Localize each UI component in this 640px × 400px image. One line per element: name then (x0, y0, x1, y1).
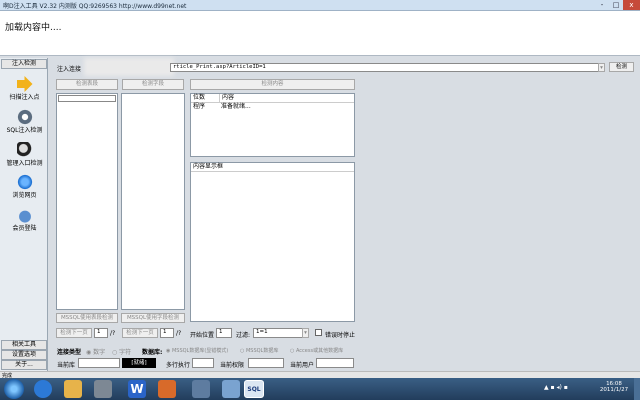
fields-list[interactable] (121, 93, 185, 310)
sogou-icon[interactable] (34, 380, 52, 398)
radio-access-label: Access或其他数据库 (295, 348, 344, 354)
network-icon[interactable] (222, 380, 240, 398)
filter-select[interactable]: 1=1 (253, 328, 309, 338)
url-dropdown-button[interactable]: ▾ (598, 63, 605, 72)
table-cell: 准备就绪... (221, 103, 251, 110)
magnifier-icon (16, 142, 33, 158)
sidebar-item-label: SQL注入检测 (6, 127, 43, 134)
blurred-region (84, 58, 174, 76)
taskbar-clock[interactable]: 16:08 2011/1/27 (596, 381, 632, 393)
sidebar-item-label: 浏览网页 (12, 192, 37, 199)
tab-inject-detect[interactable]: 注入检测 (1, 59, 47, 69)
app-icon[interactable] (158, 380, 176, 398)
radio-numeric-label: 数字 (93, 349, 106, 356)
close-button[interactable]: x (623, 0, 640, 10)
list-item[interactable] (58, 95, 116, 102)
radio-string-label: 字符 (119, 349, 132, 356)
radio-mssql-error-label: MSSQL数据库(显错模式) (171, 348, 229, 354)
mssql-tables-button[interactable]: MSSQL使用表段检测 (56, 313, 118, 323)
url-label: 注入连接 (57, 66, 82, 73)
current-user-label: 当前用户 (290, 362, 315, 369)
window-title: 啊D注入工具 V2.32 内测版 QQ:9269563 http://www.d… (3, 3, 187, 10)
radio-mssql-error[interactable]: ◉ MSSQL数据库(显错模式) (166, 347, 228, 354)
word-icon[interactable]: W (128, 380, 146, 398)
sidebar-item-admin-detect[interactable]: 管理入口检测 (3, 142, 46, 167)
radio-access[interactable]: ○ Access或其他数据库 (290, 347, 343, 354)
sidebar-item-scan[interactable]: 扫描注入点 (3, 76, 46, 101)
start-position-label: 开始位置 (190, 332, 215, 339)
start-position-input[interactable]: 1 (216, 328, 232, 338)
tab-related-tools[interactable]: 相关工具 (1, 340, 47, 350)
detect-content-button[interactable]: 检测内容 (190, 79, 355, 90)
tab-settings[interactable]: 设置选项 (1, 350, 47, 360)
filter-dropdown-button[interactable]: ▾ (302, 328, 309, 338)
sidebar-item-label: 会员登陆 (12, 225, 37, 232)
show-desktop-button[interactable] (634, 378, 640, 400)
radio-numeric[interactable]: ◉ 数字 (86, 347, 105, 356)
multi-exec-label: 多行执行 (166, 362, 191, 369)
table-row[interactable]: 程序 准备就绪... (191, 103, 354, 110)
page-input-1[interactable]: 1 (94, 328, 108, 338)
sidebar-item-label: 扫描注入点 (9, 94, 40, 101)
page-input-2[interactable]: 1 (160, 328, 174, 338)
tables-list[interactable] (56, 93, 118, 310)
tab-about[interactable]: 关于... (1, 360, 47, 370)
start-button[interactable] (4, 379, 24, 399)
arrow-right-icon (16, 76, 33, 92)
column-header-content[interactable]: 内容 (220, 94, 234, 102)
radio-string[interactable]: ○ 字符 (112, 347, 131, 356)
url-input[interactable]: rticle_Print.asp?ArticleID=1 (170, 63, 602, 72)
sql-tool-icon[interactable]: SQL (244, 380, 264, 398)
stop-on-error-checkbox[interactable] (315, 329, 322, 336)
current-user-field (316, 358, 354, 368)
content-display[interactable]: 内容显示框 (190, 162, 355, 322)
radio-mssql-label: MSSQL数据库 (245, 348, 279, 354)
tools-icon[interactable] (94, 380, 112, 398)
multi-exec-field[interactable] (192, 358, 214, 368)
current-perm-field (248, 358, 284, 368)
inject-type-label: 连接类型 (57, 349, 82, 356)
terminal-icon[interactable] (192, 380, 210, 398)
radio-mssql[interactable]: ○ MSSQL数据库 (240, 347, 278, 354)
detect-button[interactable]: 检测 (609, 62, 634, 72)
minimize-button[interactable]: - (595, 0, 609, 10)
mssql-fields-button[interactable]: MSSQL使用字段检测 (121, 313, 185, 323)
result-table[interactable]: 位数 内容 程序 准备就绪... (190, 93, 355, 157)
page-separator-1: /? (110, 330, 116, 337)
sidebar-item-label: 管理入口检测 (6, 160, 43, 167)
current-db-field (78, 358, 120, 368)
folder-icon[interactable] (64, 380, 82, 398)
current-db-label: 当前库 (57, 362, 76, 369)
sidebar-item-sql-detect[interactable]: SQL注入检测 (3, 109, 46, 134)
ie-browser-icon (16, 174, 33, 190)
current-perm-label: 当前权限 (220, 362, 245, 369)
maximize-button[interactable]: □ (609, 0, 623, 10)
detect-fields-button[interactable]: 检测字段 (122, 79, 184, 90)
sidebar-item-member-login[interactable]: 会员登陆 (3, 207, 46, 232)
filter-label: 过滤: (236, 332, 251, 339)
apple-icon (16, 207, 33, 223)
detect-tables-button[interactable]: 检测表段 (56, 79, 118, 90)
tray-icons[interactable]: ▲ ▪ ◂) ▪ (544, 384, 594, 394)
page-separator-2: /? (176, 330, 182, 337)
gear-icon (16, 109, 33, 125)
next-page-button-1[interactable]: 检测下一页 (56, 328, 92, 338)
db-label: 数据库: (142, 349, 163, 356)
loading-text: 加载内容中.... (5, 23, 62, 33)
loading-panel (0, 11, 640, 56)
clock-date: 2011/1/27 (599, 387, 629, 393)
stop-on-error-label: 错误时停止 (325, 332, 356, 339)
content-display-header: 内容显示框 (191, 163, 354, 172)
column-header-bits[interactable]: 位数 (191, 94, 220, 102)
table-cell: 程序 (193, 103, 206, 110)
status-bar: 完成 (0, 371, 640, 379)
next-page-button-2[interactable]: 检测下一页 (122, 328, 158, 338)
mode-indicator: [就绪] (122, 358, 156, 368)
sidebar-item-browse[interactable]: 浏览网页 (3, 174, 46, 199)
